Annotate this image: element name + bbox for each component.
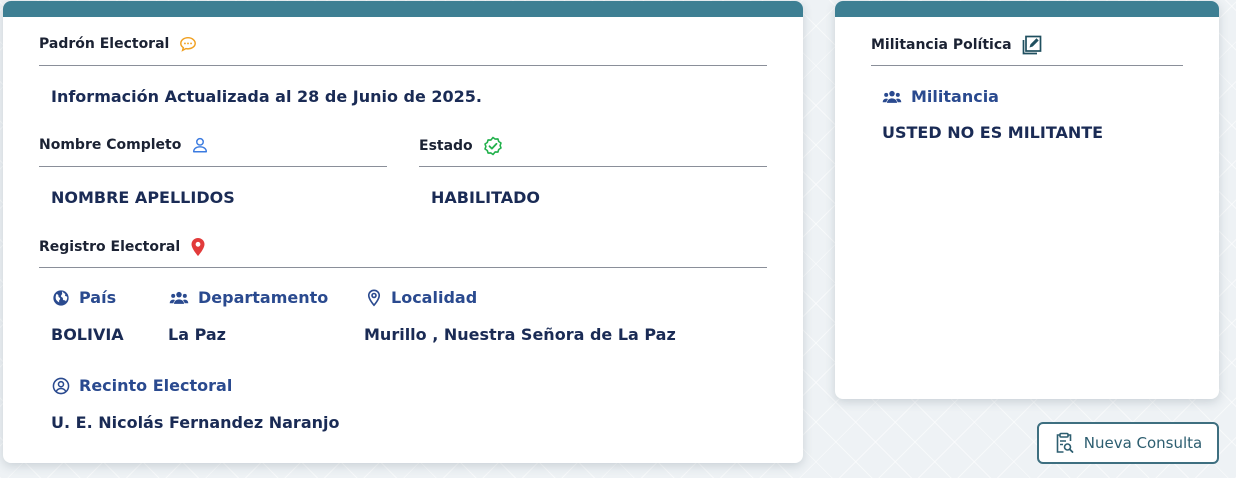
divider: [419, 166, 767, 167]
nueva-consulta-button[interactable]: Nueva Consulta: [1037, 422, 1219, 464]
nombre-label: Nombre Completo: [39, 136, 209, 154]
localidad-value: Murillo , Nuestra Señora de La Paz: [364, 325, 676, 344]
user-circle-icon: [52, 377, 70, 395]
militancia-value: USTED NO ES MILITANTE: [882, 123, 1104, 142]
divider: [39, 65, 767, 66]
divider: [871, 65, 1183, 66]
map-pin-icon: [190, 237, 206, 257]
users-icon: [169, 289, 189, 307]
estado-label: Estado: [419, 136, 503, 156]
user-icon: [191, 136, 209, 154]
padron-title: Padrón Electoral: [39, 35, 197, 53]
departamento-label: Departamento: [169, 288, 328, 307]
militancia-card: Militancia Política Militancia USTED NO …: [835, 1, 1219, 399]
estado-value: HABILITADO: [431, 188, 541, 207]
location-pin-icon: [366, 289, 382, 307]
departamento-label-text: Departamento: [198, 288, 329, 307]
pais-label: País: [52, 288, 116, 307]
divider: [39, 166, 387, 167]
edit-square-icon: [1022, 35, 1042, 55]
estado-label-text: Estado: [419, 138, 473, 154]
chat-icon: [179, 35, 197, 53]
recinto-label-text: Recinto Electoral: [79, 376, 233, 395]
militancia-title: Militancia Política: [871, 35, 1042, 55]
globe-icon: [52, 289, 70, 307]
nombre-value: NOMBRE APELLIDOS: [51, 188, 235, 207]
card-header-bar: [835, 1, 1219, 17]
padron-title-text: Padrón Electoral: [39, 36, 170, 52]
divider: [39, 267, 767, 268]
militancia-label: Militancia: [882, 87, 999, 106]
clipboard-search-icon: [1054, 432, 1074, 454]
localidad-label-text: Localidad: [391, 288, 478, 307]
recinto-value: U. E. Nicolás Fernandez Naranjo: [51, 413, 340, 432]
localidad-label: Localidad: [366, 288, 477, 307]
users-icon: [882, 88, 902, 106]
info-update-text: Información Actualizada al 28 de Junio d…: [51, 87, 483, 106]
nombre-label-text: Nombre Completo: [39, 137, 182, 153]
registro-title: Registro Electoral: [39, 237, 206, 257]
nueva-consulta-label: Nueva Consulta: [1083, 434, 1203, 452]
departamento-value: La Paz: [168, 325, 226, 344]
verified-check-icon: [483, 136, 503, 156]
pais-value: BOLIVIA: [51, 325, 124, 344]
registro-title-text: Registro Electoral: [39, 239, 181, 255]
recinto-label: Recinto Electoral: [52, 376, 232, 395]
card-header-bar: [3, 1, 803, 17]
militancia-label-text: Militancia: [911, 87, 999, 106]
padron-card: Padrón Electoral Información Actualizada…: [3, 1, 803, 463]
militancia-title-text: Militancia Política: [871, 37, 1012, 53]
pais-label-text: País: [79, 288, 117, 307]
